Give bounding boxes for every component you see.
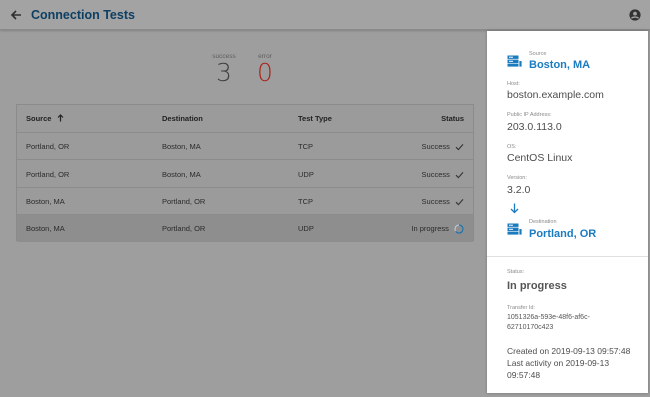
created-timestamp: Created on 2019-09-13 09:57:48	[507, 346, 631, 356]
status-label: Status:	[507, 269, 525, 275]
page-title: Connection Tests	[31, 8, 135, 22]
cell-destination: Boston, MA	[162, 170, 201, 179]
table-row[interactable]: Portland, OR Boston, MA TCP Success	[17, 133, 473, 160]
cell-source: Boston, MA	[26, 197, 65, 206]
cell-test-type: TCP	[298, 142, 313, 151]
table-row[interactable]: Boston, MA Portland, OR TCP Success	[17, 188, 473, 215]
success-counter: success 3	[211, 53, 237, 86]
transfer-id-line: 62710170c423	[507, 324, 554, 331]
os-label: OS:	[507, 144, 517, 150]
cell-test-type: UDP	[298, 170, 314, 179]
cell-destination: Portland, OR	[162, 224, 206, 233]
details-panel: Source Boston, MA Host: boston.example.c…	[487, 31, 648, 393]
status-text: Success	[421, 197, 450, 206]
check-icon	[455, 172, 464, 179]
tests-table: Source Destination Test Type Status Port…	[16, 104, 474, 242]
column-header-status[interactable]: Status	[441, 105, 464, 133]
cell-destination: Boston, MA	[162, 142, 201, 151]
table-row-selected[interactable]: Boston, MA Portland, OR UDP In progress	[17, 215, 473, 242]
transfer-id-line: 1051326a-593e-48f6-af6c-	[507, 314, 590, 321]
server-icon	[507, 55, 522, 67]
transfer-id-label: Transfer Id:	[507, 305, 535, 311]
check-icon	[455, 199, 464, 206]
ip-label: Public IP Address:	[507, 112, 552, 118]
ip-value: 203.0.113.0	[507, 121, 562, 133]
timestamps: Created on 2019-09-13 09:57:48 Last acti…	[507, 345, 630, 381]
last-activity-timestamp: Last activity on 2019-09-13	[507, 358, 610, 368]
host-label: Host:	[507, 81, 520, 87]
table-header-row: Source Destination Test Type Status	[17, 105, 473, 133]
status-text: In progress	[411, 224, 449, 233]
table-row[interactable]: Portland, OR Boston, MA UDP Success	[17, 161, 473, 188]
cell-source: Portland, OR	[26, 142, 70, 151]
status-text: Success	[421, 142, 450, 151]
check-icon	[455, 144, 464, 151]
app-header: Connection Tests	[0, 0, 650, 30]
cell-source: Portland, OR	[26, 170, 70, 179]
cell-test-type: UDP	[298, 224, 314, 233]
column-label: Source	[26, 114, 52, 123]
host-value: boston.example.com	[507, 89, 604, 101]
cell-test-type: TCP	[298, 197, 313, 206]
column-header-test-type[interactable]: Test Type	[298, 105, 332, 133]
sort-ascending-icon[interactable]	[57, 114, 64, 122]
cell-status: Success	[422, 188, 464, 215]
error-count: 0	[257, 58, 273, 87]
source-label: Source	[529, 51, 547, 57]
column-header-destination[interactable]: Destination	[162, 105, 203, 133]
status-text: Success	[421, 170, 450, 179]
cell-status: In progress	[411, 215, 464, 242]
source-location[interactable]: Boston, MA	[529, 59, 590, 71]
version-value: 3.2.0	[507, 184, 531, 196]
arrow-down-icon	[510, 203, 519, 214]
error-counter: error 0	[253, 53, 277, 86]
cell-status: Success	[422, 133, 464, 160]
cell-destination: Portland, OR	[162, 197, 206, 206]
status-value: In progress	[507, 280, 567, 292]
progress-spinner-icon	[454, 224, 464, 234]
column-header-source[interactable]: Source	[26, 105, 64, 133]
divider	[487, 256, 648, 257]
cell-status: Success	[422, 161, 464, 188]
transfer-id-value: 1051326a-593e-48f6-af6c- 62710170c423	[507, 313, 590, 333]
version-label: Version:	[507, 175, 527, 181]
success-count: 3	[216, 58, 232, 87]
account-icon[interactable]	[629, 9, 641, 21]
last-activity-timestamp-time: 09:57:48	[507, 370, 541, 380]
cell-source: Boston, MA	[26, 224, 65, 233]
back-arrow-icon[interactable]	[9, 8, 23, 22]
destination-label: Destination	[529, 219, 557, 225]
server-icon	[507, 223, 522, 235]
os-value: CentOS Linux	[507, 152, 573, 164]
destination-location[interactable]: Portland, OR	[529, 228, 596, 240]
